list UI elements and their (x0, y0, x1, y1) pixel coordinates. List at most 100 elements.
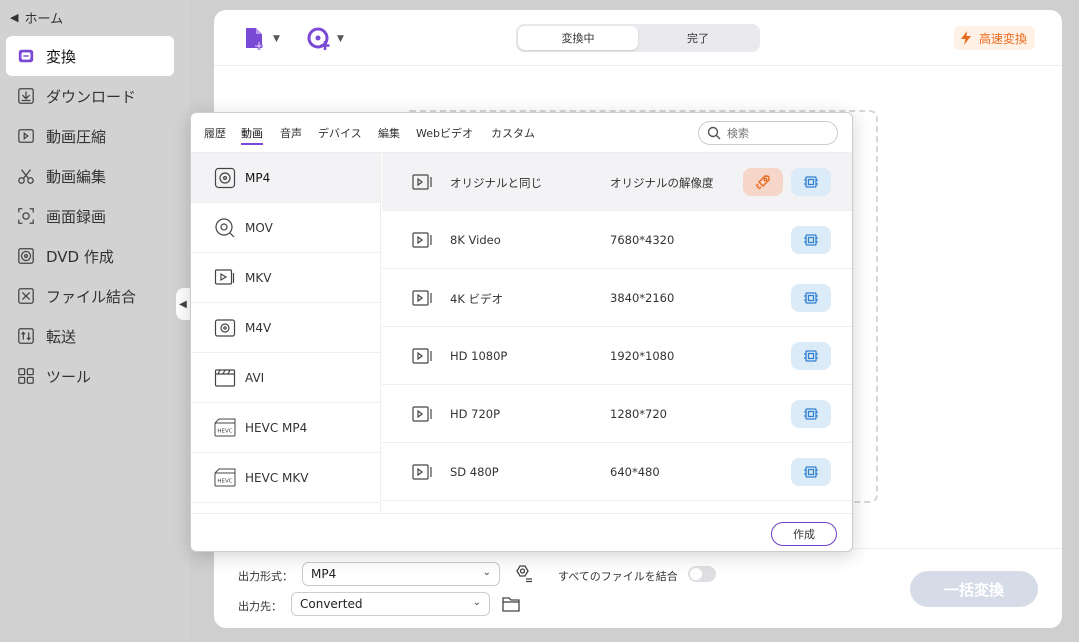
format-item-mov[interactable]: MOV (191, 203, 380, 253)
chevron-down-icon: ▼ (273, 34, 280, 44)
lightning-icon (961, 31, 971, 45)
svg-text:HEVC: HEVC (217, 428, 232, 434)
sidebar-item-tools[interactable]: ツール (6, 356, 174, 396)
add-disc-icon (307, 27, 330, 50)
chip-settings-button[interactable] (791, 226, 831, 254)
format-item-hevc-mp4[interactable]: HEVC HEVC MP4 (191, 403, 380, 453)
convert-all-button[interactable]: 一括変換 (910, 571, 1038, 607)
resolution-item-1080p[interactable]: HD 1080P 1920*1080 (382, 327, 852, 385)
scissors-icon (16, 166, 36, 186)
merge-toggle[interactable] (688, 566, 716, 582)
output-format-value: MP4 (311, 567, 337, 581)
tab-video[interactable]: 動画 (241, 125, 263, 145)
tab-done[interactable]: 完了 (638, 26, 758, 50)
sidebar-item-label: 変換 (46, 47, 77, 66)
format-list: MP4 MOV MKV M4V AVI HEVC HEVC MP4 HEVC H… (191, 153, 381, 513)
chip-settings-button[interactable] (791, 168, 831, 196)
chip-icon (804, 466, 818, 478)
svg-text:HEVC: HEVC (217, 478, 232, 484)
sidebar-item-edit[interactable]: 動画編集 (6, 156, 174, 196)
format-item-m4v[interactable]: M4V (191, 303, 380, 353)
format-settings-icon[interactable] (512, 563, 534, 585)
sidebar-item-label: 動画圧縮 (46, 127, 107, 146)
folder-icon[interactable] (501, 595, 521, 613)
chip-icon (804, 350, 818, 362)
tab-converting[interactable]: 変換中 (518, 26, 638, 50)
format-label: AVI (245, 370, 265, 385)
video-icon (412, 290, 432, 306)
chip-icon (804, 408, 818, 420)
collapse-sidebar-button[interactable]: ◀ (176, 288, 190, 320)
gpu-accel-button[interactable] (743, 168, 783, 196)
tab-custom[interactable]: カスタム (491, 125, 535, 141)
chevron-down-icon: ⌄ (472, 597, 481, 608)
add-file-button[interactable]: ▼ (242, 26, 280, 52)
video-icon (412, 464, 432, 480)
resolution-name: HD 720P (450, 407, 501, 421)
sidebar-item-dvd[interactable]: DVD 作成 (6, 236, 174, 276)
format-item-hevc-mkv[interactable]: HEVC HEVC MKV (191, 453, 380, 503)
sidebar-item-merge[interactable]: ファイル結合 (6, 276, 174, 316)
home-link[interactable]: ◀ ホーム (10, 8, 63, 27)
hevc-icon: HEVC (213, 466, 237, 490)
chip-icon (804, 234, 818, 246)
sidebar-item-download[interactable]: ダウンロード (6, 76, 174, 116)
resolution-item-original[interactable]: オリジナルと同じ オリジナルの解像度 (382, 153, 852, 211)
output-dest-value: Converted (300, 597, 363, 611)
output-dest-label: 出力先： (238, 600, 282, 613)
tab-audio[interactable]: 音声 (280, 125, 302, 141)
resolution-item-480p[interactable]: SD 480P 640*480 (382, 443, 852, 501)
resolution-item-4k[interactable]: 4K ビデオ 3840*2160 (382, 269, 852, 327)
sidebar-item-compress[interactable]: 動画圧縮 (6, 116, 174, 156)
format-item-mp4[interactable]: MP4 (191, 153, 380, 203)
chip-settings-button[interactable] (791, 342, 831, 370)
chip-settings-button[interactable] (791, 458, 831, 486)
disc-icon (16, 246, 36, 266)
search-input[interactable] (727, 126, 827, 140)
output-dest-select[interactable]: Converted ⌄ (291, 592, 490, 616)
resolution-item-8k[interactable]: 8K Video 7680*4320 (382, 211, 852, 269)
sidebar-item-record[interactable]: 画面録画 (6, 196, 174, 236)
format-label: MOV (245, 220, 273, 235)
create-button[interactable]: 作成 (771, 522, 837, 546)
chevron-left-icon: ◀ (179, 298, 187, 310)
resolution-name: オリジナルと同じ (450, 176, 542, 190)
popup-footer: 作成 (191, 513, 852, 551)
chip-settings-button[interactable] (791, 284, 831, 312)
format-search (698, 121, 838, 145)
tab-web-video[interactable]: Webビデオ (416, 125, 473, 141)
chip-icon (804, 292, 818, 304)
add-file-icon (246, 28, 263, 50)
resolution-value: 1920*1080 (610, 349, 675, 363)
sidebar-item-convert[interactable]: 変換 (6, 36, 174, 76)
fast-convert-button[interactable]: 高速変換 (954, 26, 1036, 50)
tab-history[interactable]: 履歴 (204, 125, 226, 141)
resolution-name: 4K ビデオ (450, 292, 504, 306)
resolution-name: HD 1080P (450, 349, 508, 363)
transfer-icon (16, 326, 36, 346)
video-file-icon (213, 166, 237, 190)
resolution-item-720p[interactable]: HD 720P 1280*720 (382, 385, 852, 443)
resolution-name: SD 480P (450, 465, 499, 479)
format-label: M4V (245, 320, 272, 335)
video-icon (412, 174, 432, 190)
chevron-left-icon: ◀ (10, 11, 19, 24)
format-item-avi[interactable]: AVI (191, 353, 380, 403)
format-label: MKV (245, 270, 272, 285)
tab-edit[interactable]: 編集 (378, 125, 400, 141)
chevron-down-icon: ▼ (337, 34, 344, 44)
chip-settings-button[interactable] (791, 400, 831, 428)
status-tabs: 変換中 完了 (516, 24, 760, 52)
format-item-mkv[interactable]: MKV (191, 253, 380, 303)
format-label: MP4 (245, 170, 271, 185)
sidebar-item-transfer[interactable]: 転送 (6, 316, 174, 356)
resolution-value: 1280*720 (610, 407, 667, 421)
resolution-list: オリジナルと同じ オリジナルの解像度 8K Video 7680*4320 4K… (382, 153, 852, 513)
home-label: ホーム (24, 12, 64, 27)
convert-icon (16, 46, 36, 66)
tab-device[interactable]: デバイス (318, 125, 362, 141)
sidebar-item-label: 動画編集 (46, 167, 107, 186)
merge-icon (16, 286, 36, 306)
output-format-select[interactable]: MP4 ⌄ (302, 562, 500, 586)
add-disc-button[interactable]: ▼ (306, 26, 344, 52)
